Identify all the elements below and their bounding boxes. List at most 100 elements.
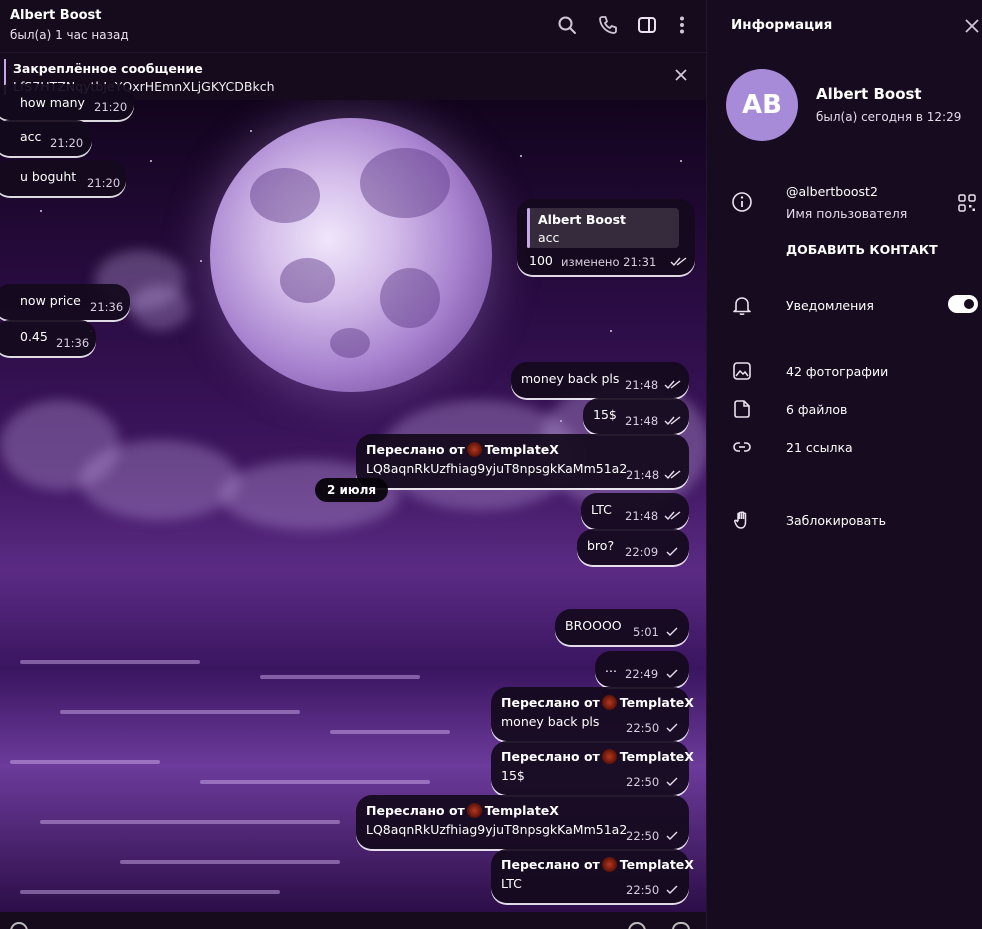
forward-header[interactable]: Переслано от TemplateX <box>501 749 694 764</box>
channel-avatar-icon <box>601 749 617 764</box>
message-incoming[interactable]: how many 21:20 <box>0 84 134 120</box>
message-time: 22:49 <box>625 667 659 681</box>
forward-source[interactable]: TemplateX <box>620 695 694 710</box>
message-forwarded[interactable]: Переслано от TemplateX 15$ 22:50 <box>491 741 694 795</box>
photos-link[interactable]: 42 фотографии <box>786 364 888 379</box>
channel-avatar-icon <box>466 803 482 818</box>
reply-quote[interactable]: Albert Boost acc <box>527 208 679 248</box>
avatar[interactable]: AB <box>726 69 798 141</box>
chat-last-seen: был(а) 1 час назад <box>10 28 129 42</box>
message-incoming[interactable]: u boguht 21:20 <box>0 160 126 196</box>
message-input-bar[interactable] <box>0 912 706 929</box>
chat-panel: Albert Boost был(а) 1 час назад Закреплё… <box>0 0 706 929</box>
message-outgoing[interactable]: 15$ 21:48 <box>583 398 689 434</box>
channel-avatar-icon <box>601 857 617 872</box>
message-text: now price <box>20 293 81 308</box>
message-outgoing[interactable]: money back pls 21:48 <box>511 362 689 398</box>
username-label: Имя пользователя <box>786 206 908 221</box>
message-forwarded[interactable]: Переслано от TemplateX money back pls 22:… <box>491 687 694 741</box>
notifications-toggle[interactable] <box>948 295 978 313</box>
message-text: LQ8aqnRkUzfhiag9yjuT8npsgkKaMm51a2 <box>366 461 628 476</box>
forward-label: Переслано от <box>366 803 465 818</box>
message-outgoing[interactable]: BROOOO 5:01 <box>555 609 689 645</box>
username[interactable]: @albertboost2 <box>786 184 878 199</box>
phone-icon[interactable] <box>597 14 619 36</box>
files-link[interactable]: 6 файлов <box>786 402 847 417</box>
message-text: LQ8aqnRkUzfhiag9yjuT8npsgkKaMm51a2 <box>366 822 628 837</box>
double-check-icon <box>664 380 681 390</box>
message-time: 21:48 <box>625 378 659 392</box>
message-text: BROOOO <box>565 618 622 633</box>
check-icon <box>664 627 681 637</box>
microphone-icon[interactable] <box>672 922 690 929</box>
forward-header[interactable]: Переслано от TemplateX <box>366 442 559 457</box>
message-outgoing-reply[interactable]: Albert Boost acc 100 изменено 21:31 <box>517 199 695 275</box>
forward-source[interactable]: TemplateX <box>620 857 694 872</box>
message-time: 22:50 <box>626 883 660 897</box>
block-user-button[interactable]: Заблокировать <box>786 513 886 528</box>
check-icon <box>664 885 681 895</box>
message-time: 22:50 <box>626 721 660 735</box>
forward-label: Переслано от <box>501 749 600 764</box>
forward-label: Переслано от <box>366 442 465 457</box>
message-outgoing[interactable]: LTC 21:48 <box>581 493 689 529</box>
message-text: ... <box>605 660 617 675</box>
links-link[interactable]: 21 ссылка <box>786 440 853 455</box>
message-outgoing[interactable]: bro? 22:09 <box>577 529 689 565</box>
search-icon[interactable] <box>556 14 578 36</box>
message-time: 5:01 <box>633 625 659 639</box>
profile-last-seen: был(а) сегодня в 12:29 <box>816 110 962 124</box>
forward-source[interactable]: TemplateX <box>485 442 559 457</box>
message-incoming[interactable]: acc 21:20 <box>0 120 92 156</box>
notifications-label: Уведомления <box>786 298 874 313</box>
bell-icon <box>731 294 753 316</box>
message-forwarded[interactable]: Переслано от TemplateX LQ8aqnRkUzfhiag9yj… <box>356 795 689 849</box>
chat-title[interactable]: Albert Boost <box>10 8 102 23</box>
message-incoming[interactable]: 0.45 21:36 <box>0 320 96 356</box>
double-check-icon <box>664 470 681 480</box>
moon-image <box>210 118 492 392</box>
message-text: money back pls <box>501 714 600 729</box>
double-check-icon <box>670 257 687 267</box>
channel-avatar-icon <box>601 695 617 710</box>
date-separator: 2 июля <box>315 478 389 502</box>
message-time: 21:36 <box>90 300 124 314</box>
sidebar-toggle-icon[interactable] <box>636 14 658 36</box>
message-time: изменено 21:31 <box>561 255 657 269</box>
qr-code-icon[interactable] <box>956 192 978 214</box>
message-text: LTC <box>591 502 612 517</box>
forward-source[interactable]: TemplateX <box>485 803 559 818</box>
reply-text: acc <box>538 230 560 245</box>
forward-label: Переслано от <box>501 857 600 872</box>
message-text: how many <box>20 95 85 110</box>
message-text: 15$ <box>501 768 525 783</box>
message-forwarded[interactable]: Переслано от TemplateX LQ8aqnRkUzfhiag9yj… <box>356 434 689 488</box>
forward-header[interactable]: Переслано от TemplateX <box>501 857 694 872</box>
link-icon <box>731 436 753 458</box>
forward-header[interactable]: Переслано от TemplateX <box>501 695 694 710</box>
message-text: money back pls <box>521 371 620 386</box>
message-text: 100 <box>529 253 553 268</box>
forward-source[interactable]: TemplateX <box>620 749 694 764</box>
close-pinned-icon[interactable] <box>672 66 690 84</box>
message-outgoing[interactable]: ... 22:49 <box>595 651 689 687</box>
reply-accent-bar <box>527 208 530 248</box>
chat-header[interactable]: Albert Boost был(а) 1 час назад <box>0 0 706 52</box>
double-check-icon <box>664 416 681 426</box>
check-icon <box>664 723 681 733</box>
more-vertical-icon[interactable] <box>671 14 693 36</box>
message-text: 15$ <box>593 407 617 422</box>
message-time: 22:50 <box>626 829 660 843</box>
message-forwarded[interactable]: Переслано от TemplateX LTC 22:50 <box>491 849 694 903</box>
close-icon[interactable] <box>963 17 981 35</box>
message-time: 21:20 <box>87 176 121 190</box>
message-text: bro? <box>587 538 615 553</box>
message-incoming[interactable]: now price 21:36 <box>0 284 130 320</box>
file-icon <box>731 398 753 420</box>
forward-header[interactable]: Переслано от TemplateX <box>366 803 559 818</box>
info-circle-icon <box>731 191 753 213</box>
add-contact-button[interactable]: ДОБАВИТЬ КОНТАКТ <box>786 242 938 257</box>
message-time: 21:36 <box>56 336 90 350</box>
message-text: u boguht <box>20 169 77 184</box>
check-icon <box>664 547 681 557</box>
